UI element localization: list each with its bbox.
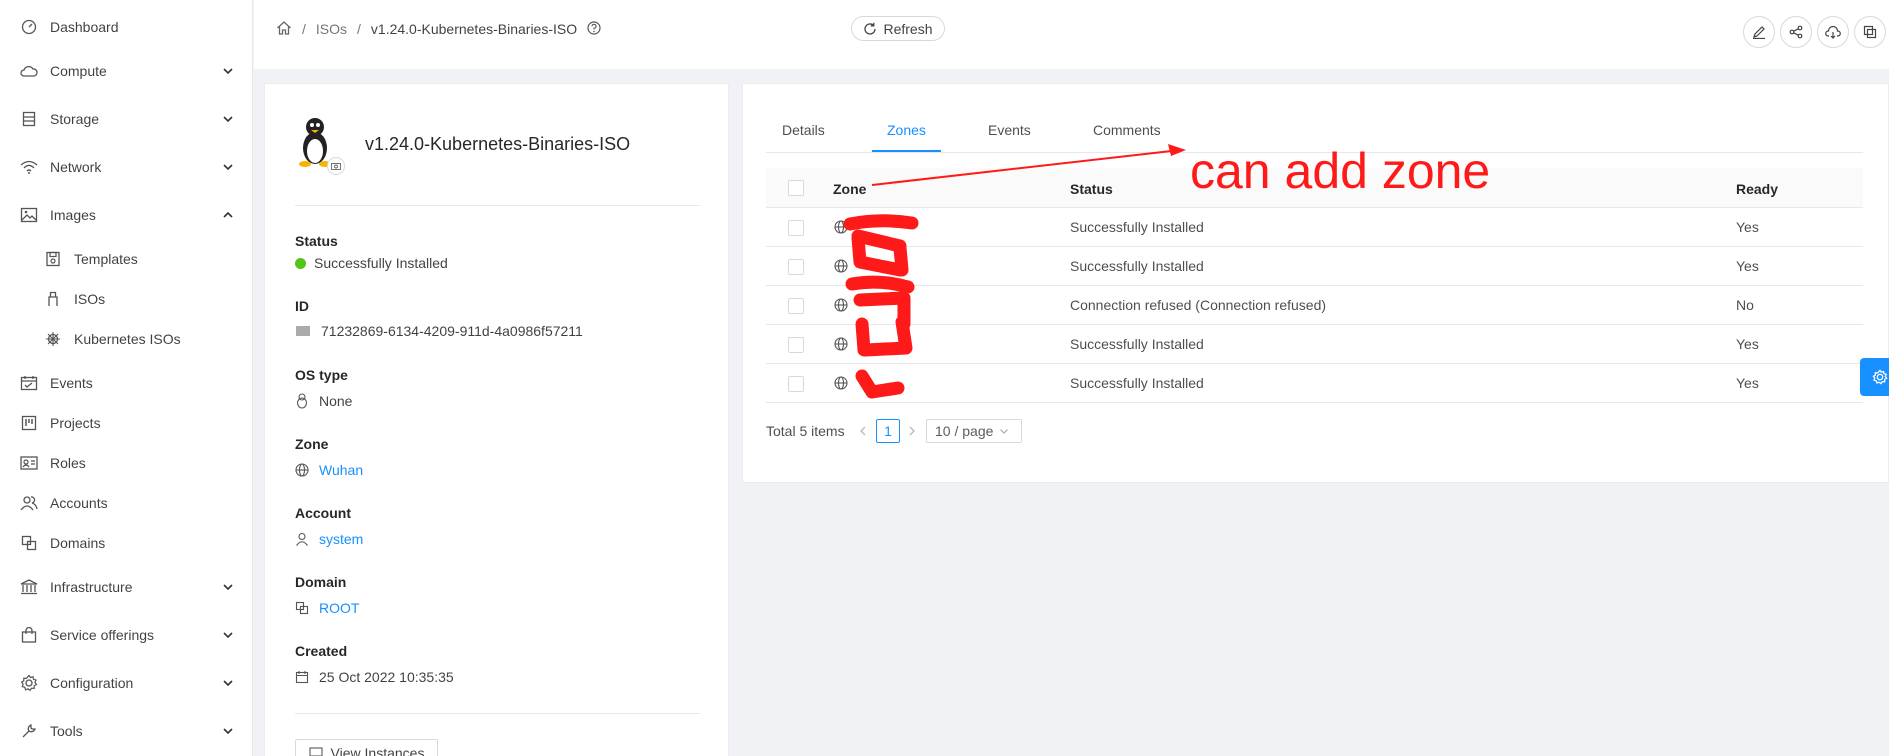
redaction-scribble (843, 214, 919, 399)
annotation-text: can add zone (1190, 143, 1490, 199)
annotation-overlay: can add zone (843, 143, 1490, 399)
